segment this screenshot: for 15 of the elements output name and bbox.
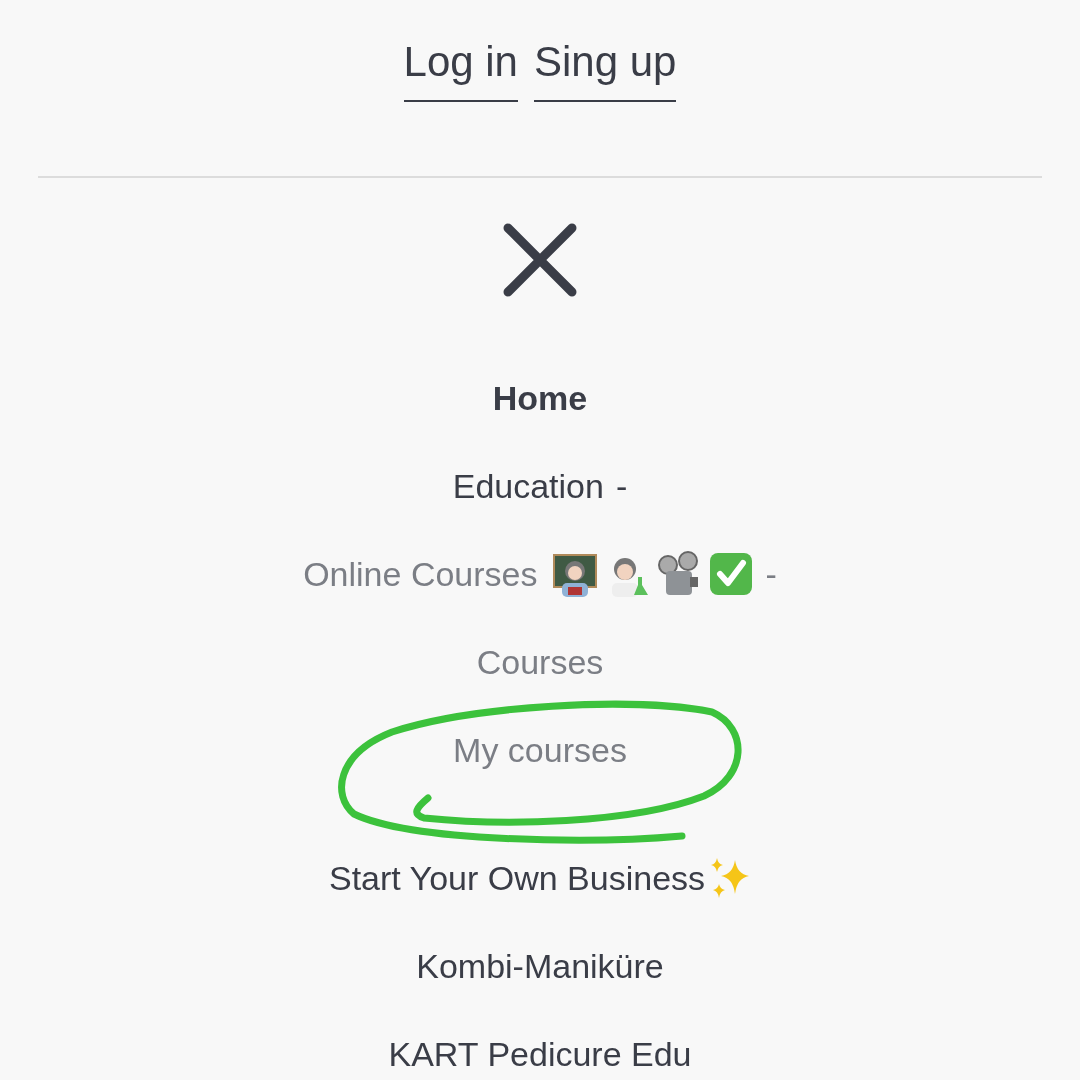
teacher-icon [551, 551, 598, 597]
menu-link[interactable]: KART Pedicure Edu [388, 1028, 692, 1080]
check-mark-icon [707, 551, 754, 597]
menu-link[interactable]: My courses [453, 724, 627, 776]
menu-link[interactable]: Courses [476, 636, 604, 688]
menu-link[interactable]: Kombi-Maniküre [416, 940, 664, 992]
close-icon[interactable] [502, 222, 578, 298]
menu-link[interactable]: Education [452, 460, 604, 512]
expand-toggle[interactable]: - [615, 460, 628, 512]
menu-link[interactable]: Home [492, 372, 588, 424]
menu-link[interactable]: Start Your Own Business [328, 852, 706, 904]
auth-link[interactable]: Log in [403, 34, 518, 102]
auth-link[interactable]: Sing up [534, 34, 677, 102]
expand-toggle[interactable]: - [765, 548, 777, 600]
menu-link[interactable]: Online Courses [303, 548, 538, 600]
